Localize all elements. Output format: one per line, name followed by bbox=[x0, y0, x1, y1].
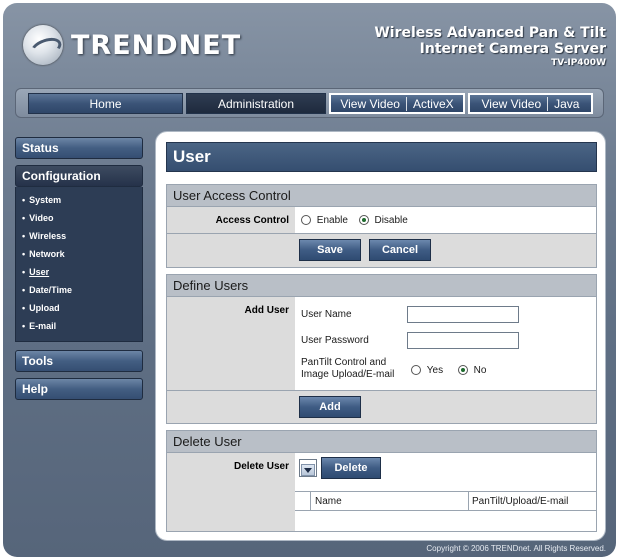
access-buttons-row: Save Cancel bbox=[167, 234, 596, 267]
sidebar-item-video[interactable]: • Video bbox=[22, 209, 142, 227]
save-button[interactable]: Save bbox=[299, 239, 361, 261]
pantilt-permission-label: PanTilt Control and Image Upload/E-mail bbox=[301, 357, 395, 380]
yes-label: Yes bbox=[426, 365, 444, 376]
delete-button[interactable]: Delete bbox=[321, 457, 381, 479]
pantilt-options: Yes No bbox=[411, 365, 486, 376]
section-heading: User Access Control bbox=[167, 185, 596, 207]
sidebar: Status Configuration • System • Video • Wir… bbox=[15, 137, 143, 406]
sidebar-submenu: • System • Video • Wireless • Network • User … bbox=[15, 187, 143, 342]
nav-view-video-label: View Video bbox=[481, 96, 542, 111]
sidebar-item-datetime[interactable]: • Date/Time bbox=[22, 281, 142, 299]
nav-view-video-activex-button[interactable]: View Video ActiveX bbox=[329, 93, 465, 114]
top-navigation: Home Administration View Video ActiveX V… bbox=[15, 88, 604, 118]
sidebar-item-wireless[interactable]: • Wireless bbox=[22, 227, 142, 245]
nav-view-video-java-button[interactable]: View Video Java bbox=[468, 93, 593, 114]
sidebar-item-upload[interactable]: • Upload bbox=[22, 299, 142, 317]
add-user-value: User Name User Password PanTilt Control … bbox=[295, 297, 596, 390]
product-model: TV-IP400W bbox=[551, 58, 606, 68]
access-control-options: Enable Disable bbox=[301, 215, 408, 226]
cancel-button[interactable]: Cancel bbox=[369, 239, 431, 261]
trendnet-logo-icon bbox=[23, 25, 63, 65]
main-panel: User User Access Control Access Control … bbox=[155, 131, 606, 541]
delete-user-label: Delete User bbox=[233, 461, 289, 472]
sidebar-status[interactable]: Status bbox=[15, 137, 143, 159]
access-control-row: Access Control Enable Disable bbox=[167, 207, 596, 234]
table-column-divider bbox=[468, 492, 469, 510]
delete-user-row: Delete User Delete Name PanTilt/Upload/E… bbox=[167, 453, 596, 531]
user-password-input[interactable] bbox=[407, 332, 519, 349]
user-password-label: User Password bbox=[301, 335, 369, 346]
table-header-permission: PanTilt/Upload/E-mail bbox=[472, 496, 569, 507]
sidebar-tools[interactable]: Tools bbox=[15, 350, 143, 372]
add-user-row: Add User User Name User Password PanTilt… bbox=[167, 297, 596, 391]
enable-label: Enable bbox=[316, 215, 348, 226]
user-name-input[interactable] bbox=[407, 306, 519, 323]
brand-logo: TRENDNET bbox=[23, 25, 241, 65]
chevron-down-icon bbox=[301, 464, 315, 476]
disable-label: Disable bbox=[374, 215, 408, 226]
footer-copyright: Copyright © 2006 TRENDnet. All Rights Re… bbox=[426, 544, 606, 553]
delete-user-section: Delete User Delete User Delete Name PanT… bbox=[166, 430, 597, 532]
product-title: Wireless Advanced Pan & Tilt Internet Ca… bbox=[374, 25, 606, 69]
add-user-label: Add User bbox=[244, 305, 289, 316]
nav-administration-button[interactable]: Administration bbox=[186, 93, 326, 114]
user-name-label: User Name bbox=[301, 309, 352, 320]
add-button-row: Add bbox=[167, 391, 596, 423]
nav-view-video-label: View Video bbox=[340, 96, 400, 111]
disable-radio[interactable] bbox=[358, 215, 369, 226]
table-checkbox-column bbox=[295, 492, 311, 510]
user-access-control-section: User Access Control Access Control Enabl… bbox=[166, 184, 597, 268]
access-control-value: Enable Disable bbox=[295, 207, 596, 233]
sidebar-configuration[interactable]: Configuration bbox=[15, 165, 143, 187]
nav-separator bbox=[405, 96, 407, 111]
sidebar-item-network[interactable]: • Network bbox=[22, 245, 142, 263]
nav-java-label: Java bbox=[554, 96, 580, 111]
no-radio[interactable] bbox=[457, 365, 468, 376]
no-label: No bbox=[473, 365, 487, 376]
yes-radio[interactable] bbox=[411, 365, 421, 376]
users-table-header: Name PanTilt/Upload/E-mail bbox=[295, 491, 596, 511]
sidebar-item-email[interactable]: • E-mail bbox=[22, 317, 142, 335]
add-button-cell: Add bbox=[295, 391, 596, 423]
delete-user-value: Delete Name PanTilt/Upload/E-mail bbox=[295, 453, 596, 531]
enable-radio[interactable] bbox=[301, 215, 311, 226]
sidebar-item-user[interactable]: • User bbox=[22, 263, 142, 281]
nav-separator bbox=[547, 96, 549, 111]
sidebar-item-system[interactable]: • System bbox=[22, 191, 142, 209]
add-button[interactable]: Add bbox=[299, 396, 361, 418]
define-users-section: Define Users Add User User Name User Pas… bbox=[166, 274, 597, 424]
sidebar-help[interactable]: Help bbox=[15, 378, 143, 400]
table-header-name: Name bbox=[315, 496, 342, 507]
logo-text: TRENDNET bbox=[71, 29, 242, 61]
section-heading: Delete User bbox=[167, 431, 596, 453]
nav-home-button[interactable]: Home bbox=[28, 93, 183, 114]
access-buttons-cell: Save Cancel bbox=[295, 234, 596, 267]
app-frame: TRENDNET Wireless Advanced Pan & Tilt In… bbox=[3, 3, 616, 557]
user-select-dropdown[interactable] bbox=[299, 459, 317, 477]
access-control-label: Access Control bbox=[215, 215, 289, 226]
page-title: User bbox=[166, 142, 597, 172]
product-title-line2: Internet Camera Server bbox=[419, 41, 606, 57]
nav-activex-label: ActiveX bbox=[412, 96, 454, 111]
product-title-line1: Wireless Advanced Pan & Tilt bbox=[374, 25, 606, 41]
section-heading: Define Users bbox=[167, 275, 596, 297]
